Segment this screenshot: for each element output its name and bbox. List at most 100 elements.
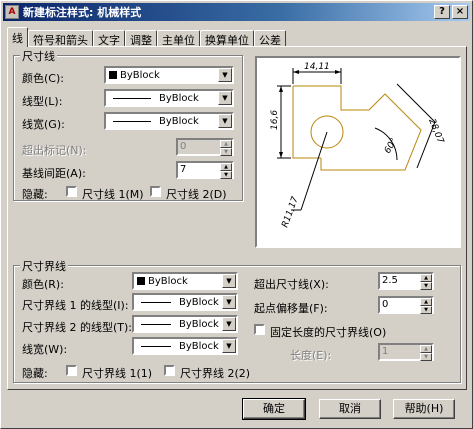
ext-extend-value: 2.5 [382,275,398,286]
dim-extend-spinner[interactable]: 0 ▲ ▼ [176,138,234,156]
spin-down-icon[interactable]: ▼ [420,306,432,314]
dim-suppress-2-label[interactable]: 尺寸线 2(D) [166,186,227,202]
ext-linetype2-value: ByBlock [179,318,219,330]
dim-color-label: 颜色(C): [22,72,64,85]
tab-symbols-arrows[interactable]: 符号和箭头 [28,30,93,47]
dim-baseline-label: 基线间距(A): [22,167,86,180]
ext-offset-spinner[interactable]: 0 ▲ ▼ [378,296,434,314]
ext-linetype2-label-text: 尺寸界线 2 的线型(T): [22,321,132,334]
ext-linetype1-label: 尺寸界线 1 的线型(I): [22,299,129,312]
ext-lineweight-value: ByBlock [179,340,219,352]
ext-length-spinner[interactable]: 1 ▲ ▼ [378,343,434,361]
ext-lineweight-select[interactable]: ByBlock ▼ [132,337,238,355]
dim-line-radius [300,131,328,211]
ext-color-select[interactable]: ByBlock ▼ [132,272,238,290]
dim-extend-value: 0 [180,141,187,152]
chevron-down-icon[interactable]: ▼ [222,339,236,353]
chevron-down-icon[interactable]: ▼ [222,295,236,309]
spin-down-icon[interactable]: ▼ [420,353,432,361]
window-title: 新建标注样式: 机械样式 [23,6,142,19]
ext-suppress-2-checkbox[interactable] [164,365,175,376]
ext-suppress-1-checkbox[interactable] [66,365,77,376]
dim-suppress-2-checkbox[interactable] [150,186,161,197]
dim-lines-group: 尺寸线 颜色(C): ByBlock ▼ 线型(L): ByBlock ▼ 线宽… [13,48,243,202]
app-icon: A [5,5,19,19]
dimension-style-dialog: A 新建标注样式: 机械样式 ? × 线 符号和箭头 文字 调整 主单位 换算单… [0,0,473,429]
ext-fixed-length-label[interactable]: 固定长度的尺寸界线(O) [270,324,386,340]
spin-down-icon[interactable]: ▼ [220,171,232,179]
dim-suppress-label: 隐藏: [22,188,48,201]
ext-lines-group: 尺寸界线 颜色(R): ByBlock ▼ 尺寸界线 1 的线型(I): ByB… [13,258,461,383]
preview-pane: 14,11 16,6 28,07 60° R11,17 [255,56,461,248]
preview-outline-left [292,86,321,159]
color-swatch [137,277,145,285]
tab-text[interactable]: 文字 [93,30,125,47]
chevron-down-icon[interactable]: ▼ [222,274,236,288]
ok-button[interactable]: 确定 [242,398,306,420]
tab-primary-units[interactable]: 主单位 [157,30,200,47]
tab-fit[interactable]: 调整 [125,30,157,47]
dim-baseline-value: 7 [180,164,187,175]
spin-down-icon[interactable]: ▼ [220,148,232,156]
ext-fixed-length-checkbox[interactable] [254,324,265,335]
ext-linetype2-select[interactable]: ByBlock ▼ [132,315,238,333]
spin-down-icon[interactable]: ▼ [420,282,432,290]
dim-lines-group-label: 尺寸线 [20,48,57,64]
ext-linetype1-select[interactable]: ByBlock ▼ [132,293,238,311]
dim-linetype-label: 线型(L): [22,95,63,108]
tab-panel-lines: 尺寸线 颜色(C): ByBlock ▼ 线型(L): ByBlock ▼ 线宽… [7,46,467,390]
help-button[interactable]: 帮助(H) [393,399,455,419]
ext-color-label: 颜色(R): [22,278,64,291]
dim-lineweight-value: ByBlock [159,115,199,127]
dim-linetype-select[interactable]: ByBlock ▼ [104,89,234,107]
line-sample [141,345,171,347]
tab-alternate-units[interactable]: 换算单位 [200,30,254,47]
chevron-down-icon[interactable]: ▼ [218,114,232,128]
tab-lines[interactable]: 线 [7,27,28,47]
chevron-down-icon[interactable]: ▼ [218,68,232,82]
cancel-button[interactable]: 取消 [319,399,381,419]
dim-baseline-spinner[interactable]: 7 ▲ ▼ [176,161,234,179]
spin-up-icon[interactable]: ▲ [420,274,432,282]
preview-dim-angle: 60° [383,137,400,156]
title-bar: A 新建标注样式: 机械样式 ? × [3,3,470,21]
dim-lineweight-label: 线宽(G): [22,118,65,131]
color-swatch [109,71,117,79]
tab-strip: 线 符号和箭头 文字 调整 主单位 换算单位 公差 [7,27,286,47]
tab-tolerances[interactable]: 公差 [254,30,286,47]
ext-offset-label: 起点偏移量(F): [254,302,328,315]
help-title-button[interactable]: ? [434,5,450,19]
dim-linetype-value: ByBlock [159,92,199,104]
ext-lineweight-label: 线宽(W): [22,343,68,356]
ext-lines-group-label: 尺寸界线 [20,258,68,274]
line-sample [113,97,151,99]
ext-extend-spinner[interactable]: 2.5 ▲ ▼ [378,272,434,290]
spin-up-icon[interactable]: ▲ [420,345,432,353]
ext-offset-value: 0 [382,299,389,310]
dim-line-right [396,83,436,123]
ext-suppress-2-label[interactable]: 尺寸界线 2(2) [180,365,250,381]
spin-up-icon[interactable]: ▲ [420,298,432,306]
dim-color-select[interactable]: ByBlock ▼ [104,66,234,84]
dim-suppress-1-checkbox[interactable] [66,186,77,197]
dim-color-value: ByBlock [120,69,160,81]
preview-dim-radius: R11,17 [280,195,300,229]
dim-extend-label: 超出标记(N): [22,144,87,157]
spin-up-icon[interactable]: ▲ [220,163,232,171]
ext-length-label: 长度(E): [290,349,332,362]
chevron-down-icon[interactable]: ▼ [218,91,232,105]
line-sample [141,323,171,325]
dim-suppress-1-label[interactable]: 尺寸线 1(M) [82,186,144,202]
chevron-down-icon[interactable]: ▼ [222,317,236,331]
ext-linetype1-value: ByBlock [179,296,219,308]
dim-lineweight-select[interactable]: ByBlock ▼ [104,112,234,130]
preview-outline-right [293,85,422,171]
close-button[interactable]: × [452,5,468,19]
preview-dim-top: 14,11 [304,62,330,72]
ext-suppress-label: 隐藏: [22,367,48,380]
ext-suppress-1-label[interactable]: 尺寸界线 1(1) [82,365,152,381]
ext-color-value: ByBlock [148,275,188,287]
spin-up-icon[interactable]: ▲ [220,140,232,148]
preview-drawing: 14,11 16,6 28,07 60° R11,17 [270,62,445,229]
line-sample [113,120,151,122]
